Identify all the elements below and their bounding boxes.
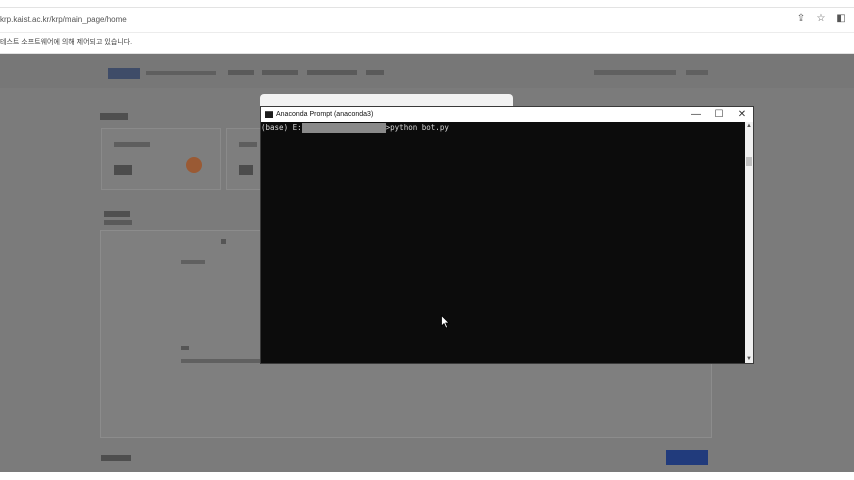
bottom-section-title <box>101 455 131 461</box>
anaconda-prompt-window[interactable]: Anaconda Prompt (anaconda3) — ☐ ✕ (base)… <box>260 106 754 364</box>
card-value <box>239 165 253 175</box>
star-icon[interactable]: ☆ <box>814 12 828 26</box>
primary-button[interactable] <box>666 450 708 465</box>
section-title <box>100 113 128 120</box>
command-text: >python bot.py <box>385 123 449 132</box>
maximize-button[interactable]: ☐ <box>708 107 730 122</box>
prompt-prefix: (base) E: <box>261 123 302 132</box>
minimize-button[interactable]: — <box>685 107 707 122</box>
site-logo[interactable] <box>108 68 140 79</box>
user-info <box>594 70 676 75</box>
card-label <box>114 142 150 147</box>
sidebar-icon[interactable]: ◧ <box>834 12 848 26</box>
browser-top-strip <box>0 0 854 8</box>
list-marker <box>221 239 226 244</box>
list-section-subtitle <box>104 220 132 225</box>
summary-card-1[interactable] <box>101 128 221 190</box>
logout-link[interactable] <box>686 70 708 75</box>
list-section-title <box>104 211 130 217</box>
summary-card-2[interactable] <box>226 128 264 190</box>
url-text[interactable]: krp.kaist.ac.kr/krp/main_page/home <box>0 13 780 27</box>
terminal-icon <box>265 111 273 118</box>
list-marker <box>181 346 189 350</box>
infobar-text: 테스트 소프트웨어에 의해 제어되고 있습니다. <box>0 39 133 46</box>
address-bar[interactable]: krp.kaist.ac.kr/krp/main_page/home ⇪ ☆ ◧ <box>0 8 854 33</box>
bottom-edge <box>0 472 854 480</box>
site-navbar <box>0 54 854 88</box>
prompt-line: (base) E: >python bot.py <box>261 123 449 133</box>
scroll-up-arrow-icon[interactable]: ▲ <box>745 122 753 130</box>
nav-item-1[interactable] <box>228 70 254 75</box>
list-item[interactable] <box>181 260 205 264</box>
nav-item-4[interactable] <box>366 70 384 75</box>
card-value <box>114 165 132 175</box>
status-dot-icon <box>186 157 202 173</box>
site-logo-subtitle <box>146 71 216 75</box>
redacted-path <box>301 123 386 133</box>
nav-item-2[interactable] <box>262 70 298 75</box>
automation-infobar: 테스트 소프트웨어에 의해 제어되고 있습니다. <box>0 33 854 54</box>
window-titlebar[interactable]: Anaconda Prompt (anaconda3) — ☐ ✕ <box>261 107 753 122</box>
nav-item-3[interactable] <box>307 70 357 75</box>
mouse-cursor-icon <box>441 315 450 329</box>
scrollbar-thumb[interactable] <box>746 157 752 166</box>
vertical-scrollbar[interactable]: ▲ ▼ <box>745 122 753 363</box>
scroll-down-arrow-icon[interactable]: ▼ <box>745 355 753 363</box>
share-icon[interactable]: ⇪ <box>794 12 808 26</box>
close-button[interactable]: ✕ <box>731 107 753 122</box>
card-label <box>239 142 257 147</box>
window-title: Anaconda Prompt (anaconda3) <box>276 111 374 118</box>
console-output[interactable]: (base) E: >python bot.py <box>261 122 745 363</box>
